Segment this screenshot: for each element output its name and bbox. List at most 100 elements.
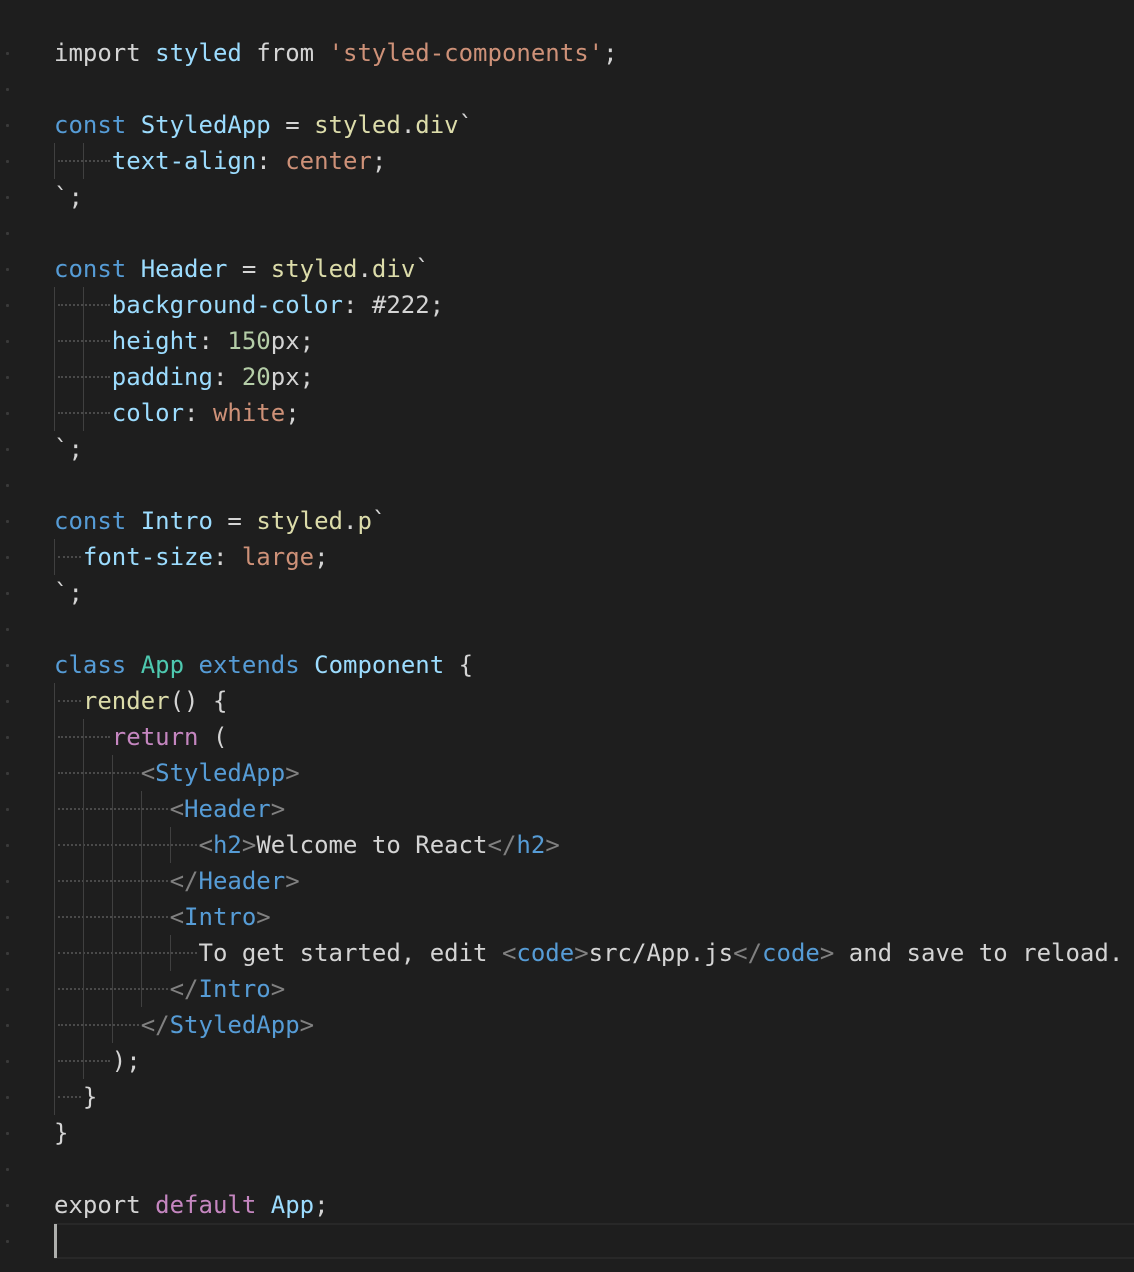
code-line[interactable]: background-color: #222; [54,287,1134,323]
code-line[interactable] [54,1151,1134,1187]
code-token: render [82,687,170,715]
code-token: color [111,399,185,427]
code-token: ` [415,255,430,283]
code-editor[interactable]: import styled from 'styled-components'; … [0,0,1134,1272]
code-token: < [501,939,517,967]
gutter-marker [6,1024,9,1027]
code-token: export [54,1191,141,1219]
gutter-marker [6,1096,9,1099]
code-token: text-align [111,147,257,175]
code-token: > [270,975,286,1003]
code-line[interactable]: font-size: large; [54,539,1134,575]
code-line[interactable] [54,215,1134,251]
code-line[interactable]: return ( [54,719,1134,755]
gutter-marker [6,196,9,199]
indent-whitespace [54,143,112,179]
code-line[interactable]: <StyledApp> [54,755,1134,791]
gutter-marker [6,484,9,487]
code-token: px; [270,363,315,391]
gutter-marker [6,916,9,919]
code-token: Header [140,255,228,283]
gutter-marker [6,988,9,991]
code-line[interactable] [54,611,1134,647]
code-line[interactable] [54,1223,1134,1259]
code-line[interactable]: render() { [54,683,1134,719]
code-token: { [444,651,474,679]
gutter-marker [6,880,9,883]
indent-whitespace [54,791,170,827]
code-token: return [111,723,199,751]
code-token: </ [169,867,199,895]
code-line[interactable]: const StyledApp = styled.div` [54,107,1134,143]
indent-whitespace [54,827,199,863]
gutter-marker [6,1204,9,1207]
gutter-marker [6,88,9,91]
code-token: code [762,939,820,967]
code-line[interactable]: To get started, edit <code>src/App.js</c… [54,935,1134,971]
gutter-marker [6,412,9,415]
code-line[interactable]: `; [54,431,1134,467]
code-token: StyledApp [140,111,271,139]
code-line[interactable] [54,467,1134,503]
indent-whitespace [54,1043,112,1079]
code-token: : [198,327,228,355]
gutter-marker [6,808,9,811]
code-token: class [54,651,127,679]
code-token: () { [169,687,228,715]
code-token: StyledApp [155,759,286,787]
gutter-marker [6,700,9,703]
code-line[interactable]: const Header = styled.div` [54,251,1134,287]
code-line[interactable]: `; [54,179,1134,215]
code-area[interactable]: import styled from 'styled-components'; … [54,35,1134,1259]
code-token: > [270,795,286,823]
code-token: . [343,507,358,535]
indent-whitespace [54,359,112,395]
code-token: `; [54,435,83,463]
code-token: App [270,1191,315,1219]
code-token: extends [198,651,300,679]
code-line[interactable]: export default App; [54,1187,1134,1223]
code-token: > [574,939,589,967]
code-line[interactable]: height: 150px; [54,323,1134,359]
code-token: Intro [140,507,213,535]
code-line[interactable]: text-align: center; [54,143,1134,179]
code-token: h2 [516,831,546,859]
code-line[interactable]: class App extends Component { [54,647,1134,683]
code-line[interactable]: </Header> [54,863,1134,899]
code-line[interactable]: } [54,1079,1134,1115]
code-token: </ [487,831,517,859]
code-line[interactable]: </Intro> [54,971,1134,1007]
indent-whitespace [54,1007,141,1043]
code-line[interactable] [54,71,1134,107]
code-line[interactable]: } [54,1115,1134,1151]
code-line[interactable]: `; [54,575,1134,611]
code-line[interactable]: <h2>Welcome to React</h2> [54,827,1134,863]
code-token: ; [603,39,618,67]
code-token: = [212,507,257,535]
code-line[interactable]: </StyledApp> [54,1007,1134,1043]
code-line[interactable]: ); [54,1043,1134,1079]
code-token: : [256,147,286,175]
gutter-marker [6,556,9,559]
code-token: : [212,543,242,571]
code-line[interactable]: color: white; [54,395,1134,431]
code-line[interactable]: import styled from 'styled-components'; [54,35,1134,71]
code-line[interactable]: <Intro> [54,899,1134,935]
code-line[interactable]: const Intro = styled.p` [54,503,1134,539]
code-token: } [54,1119,69,1147]
code-line[interactable]: padding: 20px; [54,359,1134,395]
code-token: ( [198,723,228,751]
code-token: . [357,255,372,283]
code-token: > [285,867,300,895]
text-cursor [54,1224,57,1258]
gutter-marker [6,376,9,379]
code-line[interactable]: <Header> [54,791,1134,827]
gutter-marker [6,52,9,55]
indent-whitespace [54,863,170,899]
code-token: > [241,831,257,859]
code-token: styled [270,255,358,283]
